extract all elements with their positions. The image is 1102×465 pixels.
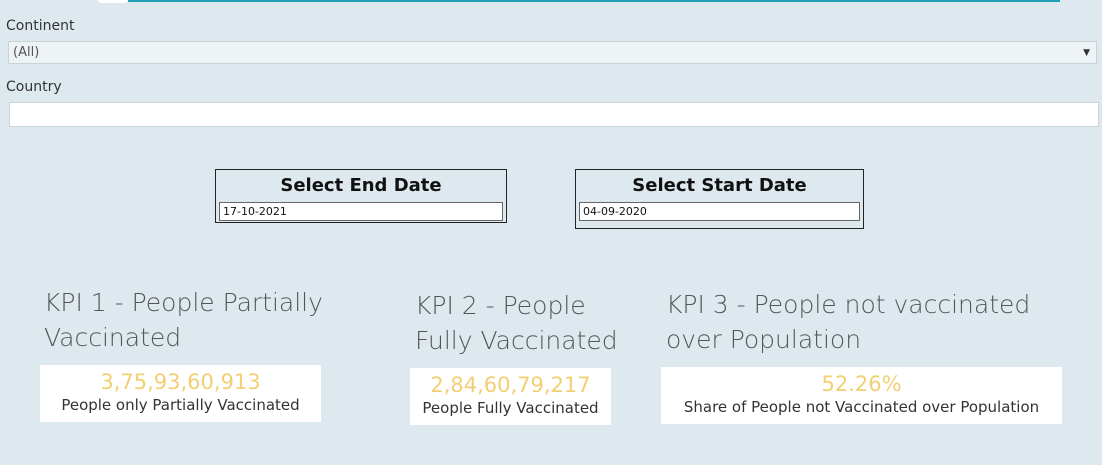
end-date-title: Select End Date — [280, 175, 442, 196]
kpi-1-title-line1: KPI 1 - People Partially — [44, 288, 323, 317]
top-tab-strip — [0, 0, 1102, 3]
continent-filter-label: Continent — [6, 18, 75, 34]
country-filter-label: Country — [6, 79, 62, 95]
start-date-title: Select Start Date — [632, 175, 807, 196]
kpi-1-value: 3,75,93,60,913 — [100, 370, 261, 394]
kpi-2-caption: People Fully Vaccinated — [422, 399, 599, 417]
tab-underline — [128, 0, 1060, 2]
caret-down-icon[interactable]: ▼ — [1083, 42, 1090, 64]
kpi-3-title-line2: over Population — [666, 325, 862, 354]
continent-dropdown[interactable]: (All) ▼ — [8, 41, 1097, 64]
kpi-2-card: 2,84,60,79,217 People Fully Vaccinated — [410, 368, 611, 425]
kpi-3-title: KPI 3 - People not vaccinated over Popul… — [666, 287, 1030, 357]
kpi-1-title: KPI 1 - People Partially Vaccinated — [44, 285, 323, 355]
kpi-1-card: 3,75,93,60,913 People only Partially Vac… — [40, 365, 321, 422]
kpi-3-caption: Share of People not Vaccinated over Popu… — [683, 398, 1040, 416]
kpi-2-title: KPI 2 - People Fully Vaccinated — [415, 288, 618, 358]
kpi-1-caption: People only Partially Vaccinated — [61, 396, 300, 414]
kpi-3-title-line1: KPI 3 - People not vaccinated — [666, 290, 1031, 319]
active-tab-indicator — [98, 0, 128, 3]
country-input[interactable] — [9, 102, 1099, 127]
kpi-1-title-line2: Vaccinated — [44, 323, 182, 352]
kpi-3-card: 52.26% Share of People not Vaccinated ov… — [661, 367, 1062, 424]
kpi-2-title-line2: Fully Vaccinated — [415, 326, 618, 355]
continent-selected-value: (All) — [13, 45, 40, 60]
end-date-input[interactable]: 17-10-2021 — [219, 202, 503, 221]
start-date-input[interactable]: 04-09-2020 — [579, 202, 860, 221]
kpi-3-value: 52.26% — [821, 372, 902, 396]
end-date-card: Select End Date 17-10-2021 — [215, 169, 507, 223]
kpi-2-value: 2,84,60,79,217 — [430, 373, 591, 397]
start-date-card: Select Start Date 04-09-2020 — [575, 169, 864, 229]
kpi-2-title-line1: KPI 2 - People — [415, 291, 586, 320]
